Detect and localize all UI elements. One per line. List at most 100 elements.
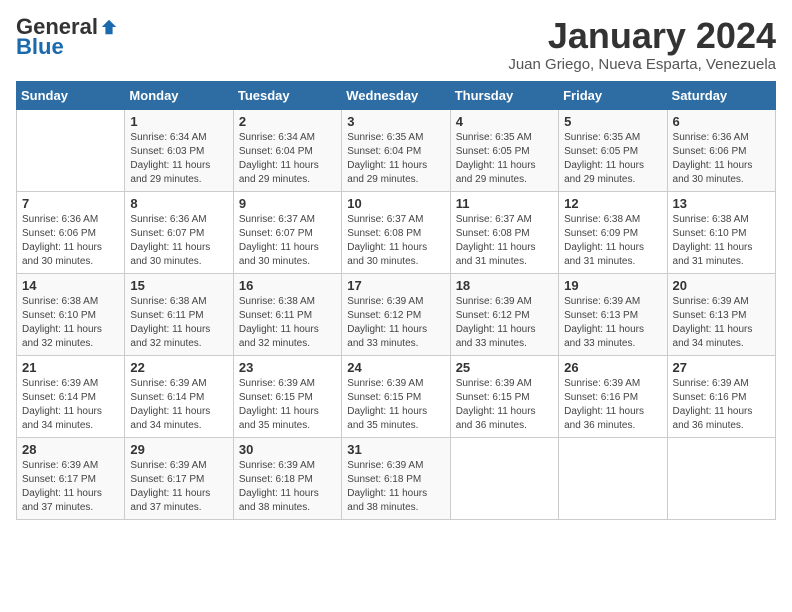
- day-info: Sunrise: 6:36 AM Sunset: 6:06 PM Dayligh…: [673, 131, 770, 187]
- day-number: 21: [22, 360, 119, 375]
- day-number: 7: [22, 196, 119, 211]
- calendar-header-row: SundayMondayTuesdayWednesdayThursdayFrid…: [17, 81, 776, 109]
- day-info: Sunrise: 6:39 AM Sunset: 6:15 PM Dayligh…: [239, 377, 336, 433]
- calendar-cell: [450, 437, 558, 519]
- day-number: 15: [130, 278, 227, 293]
- calendar-cell: 10 Sunrise: 6:37 AM Sunset: 6:08 PM Dayli…: [342, 191, 450, 273]
- calendar-cell: 20Sunrise: 6:39 AM Sunset: 6:13 PM Dayli…: [667, 273, 775, 355]
- header-tuesday: Tuesday: [233, 81, 341, 109]
- calendar-cell: 21 Sunrise: 6:39 AM Sunset: 6:14 PM Dayli…: [17, 355, 125, 437]
- day-info: Sunrise: 6:37 AM Sunset: 6:08 PM Dayligh…: [347, 213, 444, 269]
- day-number: 6: [673, 114, 770, 129]
- calendar-cell: 19 Sunrise: 6:39 AM Sunset: 6:13 PM Dayli…: [559, 273, 667, 355]
- calendar-cell: 18 Sunrise: 6:39 AM Sunset: 6:12 PM Dayli…: [450, 273, 558, 355]
- day-number: 17: [347, 278, 444, 293]
- day-info: Sunrise: 6:36 AM Sunset: 6:06 PM Dayligh…: [22, 213, 119, 269]
- calendar-cell: 23 Sunrise: 6:39 AM Sunset: 6:15 PM Dayli…: [233, 355, 341, 437]
- day-number: 8: [130, 196, 227, 211]
- calendar-cell: 26 Sunrise: 6:39 AM Sunset: 6:16 PM Dayli…: [559, 355, 667, 437]
- day-number: 18: [456, 278, 553, 293]
- day-info: Sunrise: 6:38 AM Sunset: 6:11 PM Dayligh…: [239, 295, 336, 351]
- header-sunday: Sunday: [17, 81, 125, 109]
- day-info: Sunrise: 6:39 AM Sunset: 6:16 PM Dayligh…: [564, 377, 661, 433]
- month-title: January 2024: [508, 16, 776, 56]
- header-saturday: Saturday: [667, 81, 775, 109]
- calendar-cell: 13 Sunrise: 6:38 AM Sunset: 6:10 PM Dayli…: [667, 191, 775, 273]
- day-number: 13: [673, 196, 770, 211]
- week-row-5: 28Sunrise: 6:39 AM Sunset: 6:17 PM Dayli…: [17, 437, 776, 519]
- week-row-3: 14 Sunrise: 6:38 AM Sunset: 6:10 PM Dayli…: [17, 273, 776, 355]
- day-info: Sunrise: 6:39 AM Sunset: 6:13 PM Dayligh…: [564, 295, 661, 351]
- calendar-cell: 11Sunrise: 6:37 AM Sunset: 6:08 PM Dayli…: [450, 191, 558, 273]
- day-number: 11: [456, 196, 553, 211]
- day-number: 2: [239, 114, 336, 129]
- day-number: 22: [130, 360, 227, 375]
- calendar-cell: 16Sunrise: 6:38 AM Sunset: 6:11 PM Dayli…: [233, 273, 341, 355]
- day-info: Sunrise: 6:35 AM Sunset: 6:05 PM Dayligh…: [564, 131, 661, 187]
- day-info: Sunrise: 6:39 AM Sunset: 6:17 PM Dayligh…: [130, 459, 227, 515]
- day-info: Sunrise: 6:34 AM Sunset: 6:04 PM Dayligh…: [239, 131, 336, 187]
- day-number: 26: [564, 360, 661, 375]
- calendar-cell: 28Sunrise: 6:39 AM Sunset: 6:17 PM Dayli…: [17, 437, 125, 519]
- day-info: Sunrise: 6:39 AM Sunset: 6:14 PM Dayligh…: [22, 377, 119, 433]
- day-info: Sunrise: 6:39 AM Sunset: 6:14 PM Dayligh…: [130, 377, 227, 433]
- page-header: General Blue January 2024 Juan Griego, N…: [16, 16, 776, 73]
- day-number: 25: [456, 360, 553, 375]
- day-info: Sunrise: 6:39 AM Sunset: 6:17 PM Dayligh…: [22, 459, 119, 515]
- calendar-cell: [559, 437, 667, 519]
- day-number: 29: [130, 442, 227, 457]
- day-number: 4: [456, 114, 553, 129]
- day-number: 27: [673, 360, 770, 375]
- title-block: January 2024 Juan Griego, Nueva Esparta,…: [508, 16, 776, 73]
- calendar-cell: [17, 109, 125, 191]
- day-number: 12: [564, 196, 661, 211]
- day-info: Sunrise: 6:39 AM Sunset: 6:12 PM Dayligh…: [456, 295, 553, 351]
- logo-blue-text: Blue: [16, 34, 64, 60]
- day-number: 10: [347, 196, 444, 211]
- day-info: Sunrise: 6:39 AM Sunset: 6:18 PM Dayligh…: [239, 459, 336, 515]
- header-wednesday: Wednesday: [342, 81, 450, 109]
- calendar-cell: 4 Sunrise: 6:35 AM Sunset: 6:05 PM Daylig…: [450, 109, 558, 191]
- calendar-cell: 3 Sunrise: 6:35 AM Sunset: 6:04 PM Daylig…: [342, 109, 450, 191]
- calendar-cell: 12 Sunrise: 6:38 AM Sunset: 6:09 PM Dayli…: [559, 191, 667, 273]
- day-info: Sunrise: 6:39 AM Sunset: 6:12 PM Dayligh…: [347, 295, 444, 351]
- day-number: 19: [564, 278, 661, 293]
- day-number: 24: [347, 360, 444, 375]
- calendar-cell: 7 Sunrise: 6:36 AM Sunset: 6:06 PM Daylig…: [17, 191, 125, 273]
- calendar-cell: 15 Sunrise: 6:38 AM Sunset: 6:11 PM Dayli…: [125, 273, 233, 355]
- week-row-2: 7 Sunrise: 6:36 AM Sunset: 6:06 PM Daylig…: [17, 191, 776, 273]
- day-number: 30: [239, 442, 336, 457]
- day-info: Sunrise: 6:38 AM Sunset: 6:10 PM Dayligh…: [673, 213, 770, 269]
- calendar-cell: 14 Sunrise: 6:38 AM Sunset: 6:10 PM Dayli…: [17, 273, 125, 355]
- day-number: 9: [239, 196, 336, 211]
- day-info: Sunrise: 6:38 AM Sunset: 6:11 PM Dayligh…: [130, 295, 227, 351]
- calendar-cell: 6 Sunrise: 6:36 AM Sunset: 6:06 PM Daylig…: [667, 109, 775, 191]
- day-info: Sunrise: 6:35 AM Sunset: 6:04 PM Dayligh…: [347, 131, 444, 187]
- day-info: Sunrise: 6:39 AM Sunset: 6:15 PM Dayligh…: [456, 377, 553, 433]
- calendar-cell: 27Sunrise: 6:39 AM Sunset: 6:16 PM Dayli…: [667, 355, 775, 437]
- day-info: Sunrise: 6:37 AM Sunset: 6:07 PM Dayligh…: [239, 213, 336, 269]
- day-info: Sunrise: 6:38 AM Sunset: 6:09 PM Dayligh…: [564, 213, 661, 269]
- day-number: 14: [22, 278, 119, 293]
- location-title: Juan Griego, Nueva Esparta, Venezuela: [508, 56, 776, 73]
- calendar-cell: 17 Sunrise: 6:39 AM Sunset: 6:12 PM Dayli…: [342, 273, 450, 355]
- calendar-cell: 25 Sunrise: 6:39 AM Sunset: 6:15 PM Dayli…: [450, 355, 558, 437]
- calendar-cell: 9 Sunrise: 6:37 AM Sunset: 6:07 PM Daylig…: [233, 191, 341, 273]
- header-friday: Friday: [559, 81, 667, 109]
- day-number: 20: [673, 278, 770, 293]
- day-info: Sunrise: 6:36 AM Sunset: 6:07 PM Dayligh…: [130, 213, 227, 269]
- day-number: 5: [564, 114, 661, 129]
- day-number: 23: [239, 360, 336, 375]
- calendar-cell: 29 Sunrise: 6:39 AM Sunset: 6:17 PM Dayli…: [125, 437, 233, 519]
- header-thursday: Thursday: [450, 81, 558, 109]
- day-number: 1: [130, 114, 227, 129]
- calendar-cell: 30 Sunrise: 6:39 AM Sunset: 6:18 PM Dayli…: [233, 437, 341, 519]
- day-info: Sunrise: 6:34 AM Sunset: 6:03 PM Dayligh…: [130, 131, 227, 187]
- day-info: Sunrise: 6:39 AM Sunset: 6:15 PM Dayligh…: [347, 377, 444, 433]
- calendar-cell: 24 Sunrise: 6:39 AM Sunset: 6:15 PM Dayli…: [342, 355, 450, 437]
- day-info: Sunrise: 6:39 AM Sunset: 6:18 PM Dayligh…: [347, 459, 444, 515]
- calendar-cell: 2 Sunrise: 6:34 AM Sunset: 6:04 PM Daylig…: [233, 109, 341, 191]
- day-number: 3: [347, 114, 444, 129]
- day-info: Sunrise: 6:35 AM Sunset: 6:05 PM Dayligh…: [456, 131, 553, 187]
- day-info: Sunrise: 6:38 AM Sunset: 6:10 PM Dayligh…: [22, 295, 119, 351]
